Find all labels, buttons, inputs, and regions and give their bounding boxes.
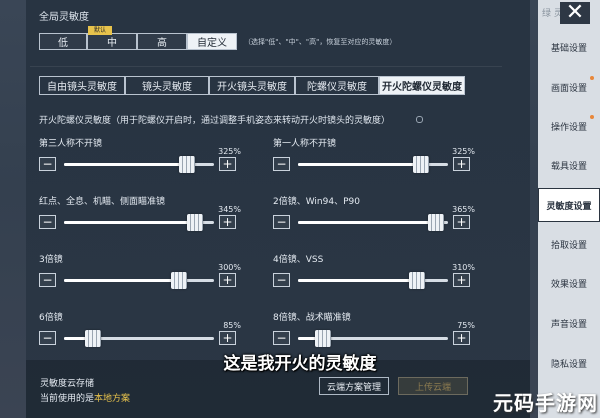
slider-thumb[interactable] bbox=[85, 330, 101, 347]
default-tag: 默认 bbox=[88, 26, 112, 35]
increase-button[interactable]: + bbox=[453, 273, 470, 287]
increase-button[interactable]: + bbox=[453, 215, 470, 229]
slider-label: 红点、全息、机瞄、侧面瞄准镜 bbox=[39, 197, 166, 207]
sidebar-item-basic[interactable]: 基础设置 bbox=[538, 30, 600, 64]
slider-percent: 300% bbox=[218, 263, 241, 272]
cloud-storage-title: 灵敏度云存储 bbox=[40, 379, 95, 389]
level-custom-button[interactable]: 自定义 bbox=[187, 33, 237, 50]
sidebar-item-graphics[interactable]: 画面设置 bbox=[538, 70, 600, 104]
slider-percent: 345% bbox=[218, 205, 241, 214]
slider-fill bbox=[298, 279, 423, 282]
slider-fill bbox=[64, 279, 184, 282]
slider-label: 4倍镜、VSS bbox=[273, 255, 324, 265]
slider-fill bbox=[64, 221, 202, 224]
tab-camera[interactable]: 镜头灵敏度 bbox=[125, 76, 209, 95]
slider-percent: 310% bbox=[452, 263, 475, 272]
slider-track[interactable] bbox=[64, 330, 214, 347]
slider-percent: 75% bbox=[457, 321, 475, 330]
increase-button[interactable]: + bbox=[453, 157, 470, 171]
slider-fill bbox=[298, 163, 427, 166]
slider-thumb[interactable] bbox=[179, 156, 195, 173]
increase-button[interactable]: + bbox=[219, 273, 236, 287]
slider-track[interactable] bbox=[298, 330, 448, 347]
cloud-current-prefix: 当前使用的是 bbox=[40, 394, 95, 404]
slider-fill bbox=[64, 163, 193, 166]
slider-thumb[interactable] bbox=[187, 214, 203, 231]
slider-track[interactable] bbox=[64, 156, 214, 173]
tab-free-camera[interactable]: 自由镜头灵敏度 bbox=[39, 76, 125, 95]
increase-button[interactable]: + bbox=[219, 215, 236, 229]
slider-track[interactable] bbox=[298, 214, 448, 231]
decrease-button[interactable]: − bbox=[39, 215, 56, 229]
site-watermark: 元码手游网 bbox=[493, 391, 598, 415]
sidebar-item-label: 灵敏度设置 bbox=[546, 201, 592, 212]
decrease-button[interactable]: − bbox=[273, 157, 290, 171]
tab-fire-gyro[interactable]: 开火陀螺仪灵敏度 bbox=[379, 76, 465, 95]
close-icon[interactable]: ✕ bbox=[560, 2, 590, 24]
cloud-current-plan: 当前使用的是本地方案 bbox=[40, 391, 130, 404]
decrease-button[interactable]: − bbox=[39, 331, 56, 345]
slider-label: 2倍镜、Win94、P90 bbox=[273, 197, 360, 207]
decrease-button[interactable]: − bbox=[39, 157, 56, 171]
decrease-button[interactable]: − bbox=[273, 331, 290, 345]
slider-track[interactable] bbox=[64, 272, 214, 289]
decrease-button[interactable]: − bbox=[273, 273, 290, 287]
level-hint: （选择"低"、"中"、"高"，恢复至对应的灵敏度） bbox=[244, 38, 397, 46]
slider-thumb[interactable] bbox=[409, 272, 425, 289]
cloud-manage-button[interactable]: 云端方案管理 bbox=[319, 377, 389, 395]
level-mid-button[interactable]: 中 bbox=[87, 33, 137, 50]
notification-dot-icon bbox=[590, 76, 594, 80]
slider-label: 第三人称不开镜 bbox=[39, 139, 103, 149]
slider-percent: 325% bbox=[452, 147, 475, 156]
cloud-current-value: 本地方案 bbox=[94, 394, 131, 404]
increase-button[interactable]: + bbox=[453, 331, 470, 345]
slider-label: 8倍镜、战术瞄准镜 bbox=[273, 313, 351, 323]
sidebar-item-label: 操作设置 bbox=[550, 122, 587, 133]
sidebar-item-label: 基础设置 bbox=[550, 43, 587, 54]
slider-track[interactable] bbox=[64, 214, 214, 231]
slider-track[interactable] bbox=[298, 272, 448, 289]
sidebar-item-label: 拾取设置 bbox=[550, 240, 587, 251]
slider-percent: 325% bbox=[218, 147, 241, 156]
slider-track[interactable] bbox=[298, 156, 448, 173]
section-title: 开火陀螺仪灵敏度（用于陀螺仪开启时，通过调整手机姿态来转动开火时镜头的灵敏度） bbox=[39, 116, 391, 126]
slider-thumb[interactable] bbox=[315, 330, 331, 347]
slider-percent: 85% bbox=[223, 321, 241, 330]
level-low-button[interactable]: 低 bbox=[39, 33, 87, 50]
tab-fire-camera[interactable]: 开火镜头灵敏度 bbox=[209, 76, 295, 95]
decrease-button[interactable]: − bbox=[39, 273, 56, 287]
sidebar-item-sensitivity[interactable]: 灵敏度设置 bbox=[538, 188, 600, 222]
sidebar-item-sound[interactable]: 声音设置 bbox=[538, 306, 600, 340]
sidebar-item-vehicle[interactable]: 载具设置 bbox=[538, 148, 600, 182]
divider bbox=[30, 66, 502, 67]
sidebar-item-label: 载具设置 bbox=[550, 161, 587, 172]
video-subtitle: 这是我开火的灵敏度 bbox=[223, 354, 377, 374]
notification-dot-icon bbox=[590, 115, 594, 119]
sidebar-item-pickup[interactable]: 拾取设置 bbox=[538, 227, 600, 261]
sidebar-item-label: 画面设置 bbox=[550, 83, 587, 94]
sidebar-item-controls[interactable]: 操作设置 bbox=[538, 109, 600, 143]
tab-gyro[interactable]: 陀螺仪灵敏度 bbox=[295, 76, 379, 95]
slider-label: 第一人称不开镜 bbox=[273, 139, 337, 149]
slider-fill bbox=[298, 221, 444, 224]
slider-thumb[interactable] bbox=[428, 214, 444, 231]
slider-thumb[interactable] bbox=[171, 272, 187, 289]
increase-button[interactable]: + bbox=[219, 157, 236, 171]
info-icon bbox=[416, 116, 423, 123]
global-sensitivity-title: 全局灵敏度 bbox=[39, 12, 89, 23]
decrease-button[interactable]: − bbox=[273, 215, 290, 229]
sidebar-item-label: 效果设置 bbox=[550, 279, 587, 290]
slider-thumb[interactable] bbox=[413, 156, 429, 173]
level-high-button[interactable]: 高 bbox=[137, 33, 187, 50]
slider-percent: 365% bbox=[452, 205, 475, 214]
increase-button[interactable]: + bbox=[219, 331, 236, 345]
sidebar-item-effects[interactable]: 效果设置 bbox=[538, 266, 600, 300]
sidebar-item-label: 声音设置 bbox=[550, 319, 587, 330]
slider-label: 6倍镜 bbox=[39, 313, 63, 323]
cloud-upload-button[interactable]: 上传云端 bbox=[398, 377, 468, 395]
slider-label: 3倍镜 bbox=[39, 255, 63, 265]
